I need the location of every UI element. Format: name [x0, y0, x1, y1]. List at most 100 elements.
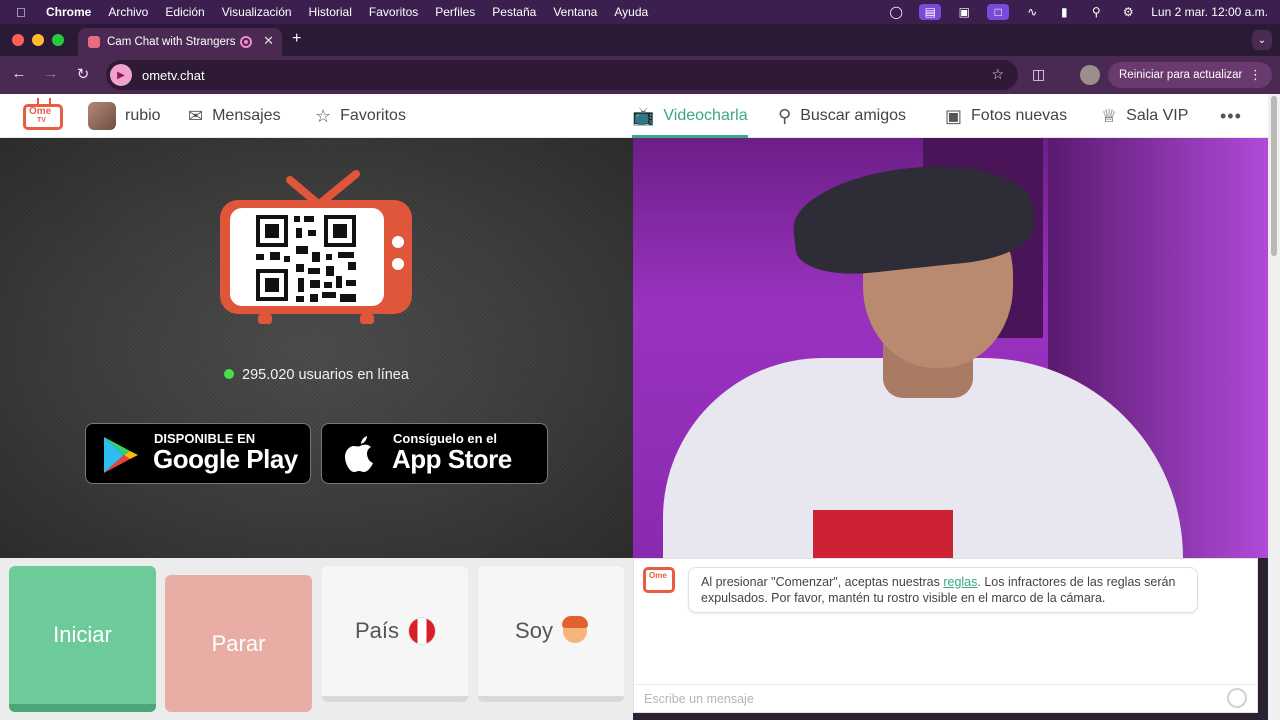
- stop-button[interactable]: Parar: [165, 575, 312, 712]
- nav-vip-label: Sala VIP: [1126, 107, 1189, 124]
- nav-messages[interactable]: ✉ Mensajes: [188, 94, 281, 138]
- chat-panel: Ome Al presionar "Comenzar", aceptas nue…: [633, 558, 1258, 713]
- gender-label: Soy: [515, 618, 553, 643]
- online-dot-icon: [224, 369, 235, 379]
- close-window-button[interactable]: [12, 34, 24, 46]
- menu-item-visualizacion[interactable]: Visualización: [222, 5, 292, 19]
- update-button[interactable]: Reiniciar para actualizar ⋮: [1108, 62, 1272, 88]
- menu-item-favoritos[interactable]: Favoritos: [369, 5, 418, 19]
- window-icon[interactable]: □: [987, 4, 1010, 20]
- menu-item-archivo[interactable]: Archivo: [108, 5, 148, 19]
- user-avatar: [88, 102, 116, 130]
- menu-item-ayuda[interactable]: Ayuda: [614, 5, 648, 19]
- online-count: 295.020 usuarios en línea: [242, 367, 409, 383]
- menu-item-historial[interactable]: Historial: [309, 5, 352, 19]
- more-vert-icon[interactable]: ⋮: [1249, 67, 1262, 83]
- chat-controls: Iniciar Parar País Soy: [0, 558, 633, 720]
- nav-videochat[interactable]: 📺 Videocharla: [632, 94, 748, 138]
- page-scrollbar[interactable]: [1268, 94, 1280, 720]
- apple-icon[interactable]: : [16, 5, 36, 20]
- tab-strip: Cam Chat with Strangers ✕ + ⌄: [0, 24, 1280, 56]
- system-message-text-1: Al presionar "Comenzar", aceptas nuestra…: [701, 575, 944, 589]
- tab-search-button[interactable]: ⌄: [1252, 30, 1272, 50]
- reload-button[interactable]: ↻: [73, 65, 93, 83]
- google-play-big-text: Google Play: [153, 444, 298, 474]
- forward-button[interactable]: →: [41, 65, 61, 82]
- tab-close-icon[interactable]: ✕: [263, 33, 274, 49]
- menu-app-name[interactable]: Chrome: [46, 5, 91, 19]
- minimize-window-button[interactable]: [32, 34, 44, 46]
- ometv-logo[interactable]: Ome TV: [23, 98, 63, 130]
- menu-item-pestana[interactable]: Pestaña: [492, 5, 536, 19]
- menu-item-perfiles[interactable]: Perfiles: [435, 5, 475, 19]
- address-bar[interactable]: ▶ ometv.chat ☆: [106, 60, 1018, 90]
- start-button[interactable]: Iniciar: [9, 566, 156, 712]
- photo-icon: ▣: [945, 105, 963, 126]
- google-play-button[interactable]: DISPONIBLE EN Google Play: [85, 423, 311, 484]
- partner-video-placeholder: 295.020 usuarios en línea DISPONIBLE EN …: [0, 138, 633, 558]
- status-icon[interactable]: ◯: [887, 5, 905, 19]
- nav-new-photos-label: Fotos nuevas: [971, 107, 1068, 124]
- nav-find-friends-label: Buscar amigos: [800, 107, 907, 124]
- recording-icon: [240, 36, 252, 48]
- logo-text: Ome: [29, 106, 52, 117]
- wifi-icon[interactable]: ∿: [1023, 5, 1041, 19]
- rules-link[interactable]: reglas: [943, 575, 977, 589]
- nav-find-friends[interactable]: ⚲ Buscar amigos: [778, 94, 906, 138]
- star-icon: ☆: [315, 105, 332, 126]
- screen-share-icon[interactable]: ▤: [919, 4, 942, 20]
- extensions-icon[interactable]: ◫: [1032, 66, 1045, 83]
- search-icon: ⚲: [778, 105, 792, 126]
- spotlight-search-icon[interactable]: ⚲: [1087, 5, 1105, 19]
- maximize-window-button[interactable]: [52, 34, 64, 46]
- bot-logo-text: Ome: [649, 571, 667, 580]
- back-button[interactable]: ←: [9, 65, 29, 82]
- browser-tab[interactable]: Cam Chat with Strangers ✕: [78, 28, 282, 56]
- country-label: País: [354, 618, 400, 643]
- new-tab-button[interactable]: +: [292, 30, 301, 48]
- nav-videochat-label: Videocharla: [663, 107, 748, 124]
- scrollbar-thumb[interactable]: [1271, 96, 1277, 256]
- display-icon[interactable]: ▣: [955, 5, 973, 19]
- message-input[interactable]: Escribe un mensaje: [634, 684, 1257, 712]
- nav-new-photos[interactable]: ▣ Fotos nuevas: [945, 94, 1067, 138]
- url-text[interactable]: ometv.chat: [142, 68, 205, 83]
- browser-toolbar: ← → ↻ ▶ ometv.chat ☆ ◫ Reiniciar para ac…: [0, 56, 1280, 94]
- envelope-icon: ✉: [188, 105, 204, 126]
- tab-favicon-icon: [88, 36, 100, 48]
- country-selector[interactable]: País: [322, 566, 468, 702]
- nav-username: rubio: [125, 107, 161, 124]
- apple-logo-icon: [345, 436, 373, 472]
- nav-vip[interactable]: ♕ Sala VIP: [1101, 94, 1188, 138]
- battery-icon[interactable]: ▮: [1055, 5, 1073, 19]
- crown-icon: ♕: [1101, 105, 1118, 126]
- macos-menubar:  Chrome Archivo Edición Visualización H…: [0, 0, 1280, 24]
- update-button-label: Reiniciar para actualizar: [1119, 69, 1243, 81]
- tab-title: Cam Chat with Strangers: [107, 36, 236, 48]
- self-video: [633, 138, 1268, 558]
- nav-favorites-label: Favoritos: [340, 107, 406, 124]
- site-info-icon[interactable]: ▶: [110, 64, 132, 86]
- boy-avatar-icon: [561, 616, 588, 643]
- system-message: Al presionar "Comenzar", aceptas nuestra…: [688, 567, 1198, 613]
- online-users: 295.020 usuarios en línea: [0, 367, 633, 383]
- nav-messages-label: Mensajes: [212, 107, 281, 124]
- emoji-icon[interactable]: [1227, 688, 1247, 708]
- control-center-icon[interactable]: ⚙: [1119, 5, 1137, 19]
- menu-item-edicion[interactable]: Edición: [165, 5, 204, 19]
- nav-favorites[interactable]: ☆ Favoritos: [315, 94, 406, 138]
- more-menu-icon[interactable]: •••: [1220, 106, 1242, 127]
- qr-tv-icon: [220, 170, 412, 324]
- app-store-button[interactable]: Consíguelo en el App Store: [321, 423, 548, 484]
- logo-subtext: TV: [37, 117, 46, 124]
- peru-flag-icon: [409, 618, 436, 644]
- menu-item-ventana[interactable]: Ventana: [553, 5, 597, 19]
- google-play-icon: [104, 437, 138, 473]
- window-controls: [12, 34, 64, 46]
- profile-avatar[interactable]: [1080, 65, 1100, 85]
- nav-profile[interactable]: rubio: [88, 94, 161, 138]
- bookmark-star-icon[interactable]: ☆: [991, 66, 1004, 83]
- gender-selector[interactable]: Soy: [478, 566, 624, 702]
- menubar-clock[interactable]: Lun 2 mar. 12:00 a.m.: [1151, 5, 1268, 19]
- video-shirt-logo: [813, 510, 953, 558]
